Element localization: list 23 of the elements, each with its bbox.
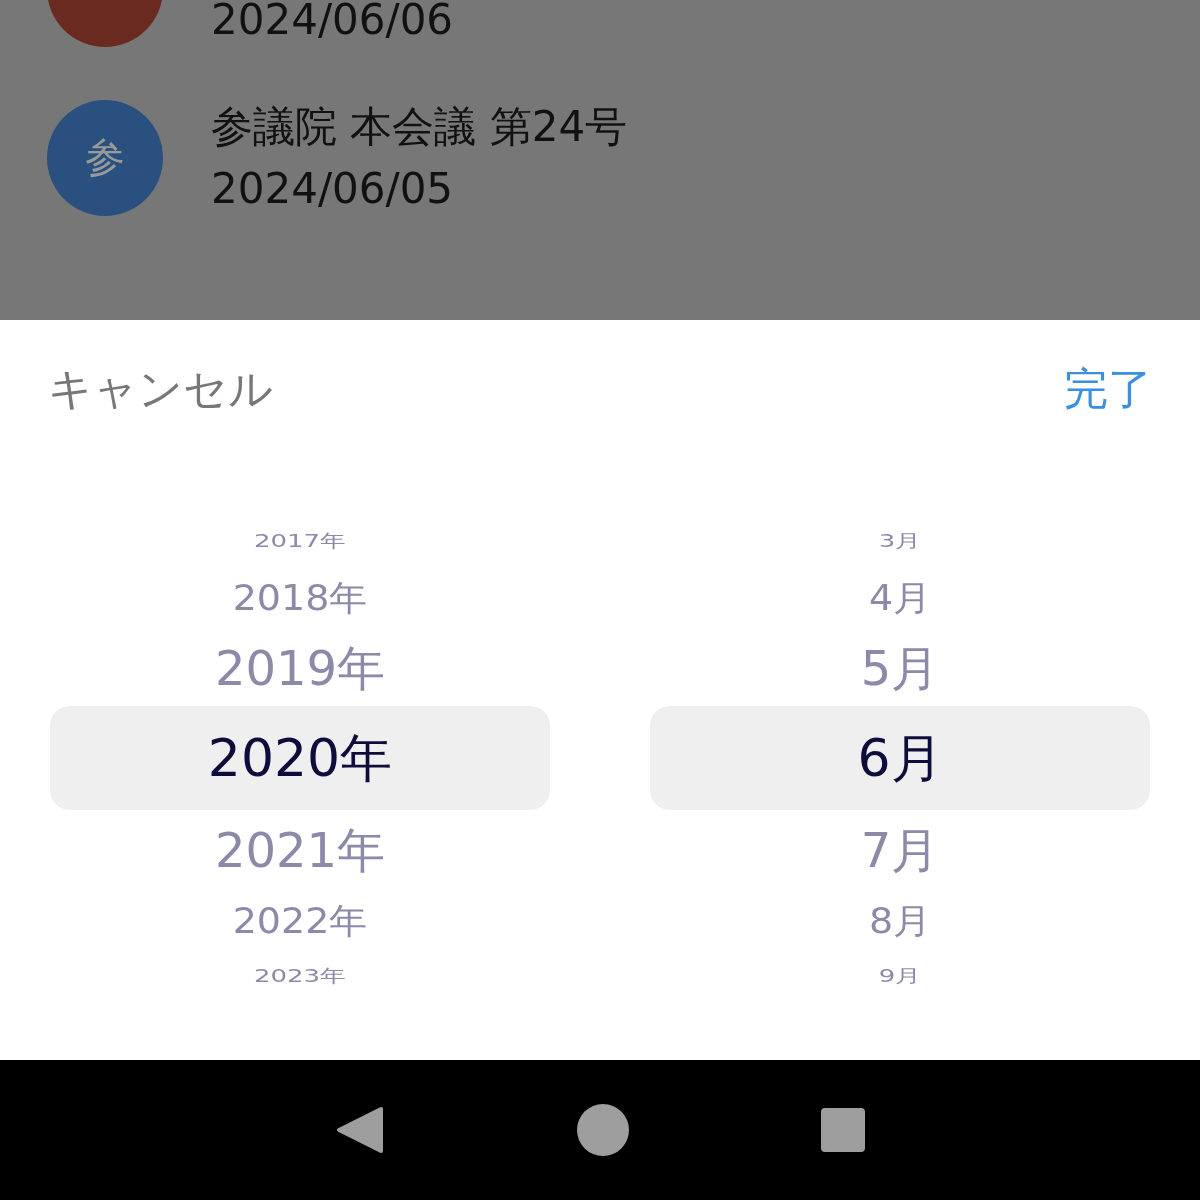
item-title: 参議院 本会議 第24号 xyxy=(211,100,628,153)
picker-option[interactable]: 7月 xyxy=(650,810,1150,890)
picker-option[interactable]: 4月 xyxy=(650,566,1150,630)
picker-option[interactable]: 2020年 xyxy=(50,706,550,810)
item-date: 2024/06/05 xyxy=(211,162,455,215)
picker-option[interactable]: 8月 xyxy=(650,890,1150,952)
done-button[interactable]: 完了 xyxy=(1064,359,1152,419)
picker-option[interactable]: 2021年 xyxy=(50,810,550,890)
picker-option[interactable]: 3月 xyxy=(650,516,1150,566)
picker-option[interactable]: 2018年 xyxy=(50,566,550,630)
cancel-button[interactable]: キャンセル xyxy=(48,359,273,419)
picker-option[interactable]: 2017年 xyxy=(50,516,550,566)
picker-option[interactable]: 5月 xyxy=(650,630,1150,706)
back-icon[interactable] xyxy=(335,1105,386,1155)
picker-option[interactable]: 2023年 xyxy=(50,952,550,1000)
picker-option[interactable]: 2022年 xyxy=(50,890,550,952)
item-date: 2024/06/06 xyxy=(211,0,454,46)
picker-option[interactable]: 2019年 xyxy=(50,630,550,706)
picker-option[interactable]: 9月 xyxy=(650,952,1150,1000)
home-icon[interactable] xyxy=(576,1103,630,1157)
recents-icon[interactable] xyxy=(820,1108,865,1152)
picker-option[interactable]: 6月 xyxy=(650,706,1150,810)
avatar: 参 xyxy=(47,99,163,216)
